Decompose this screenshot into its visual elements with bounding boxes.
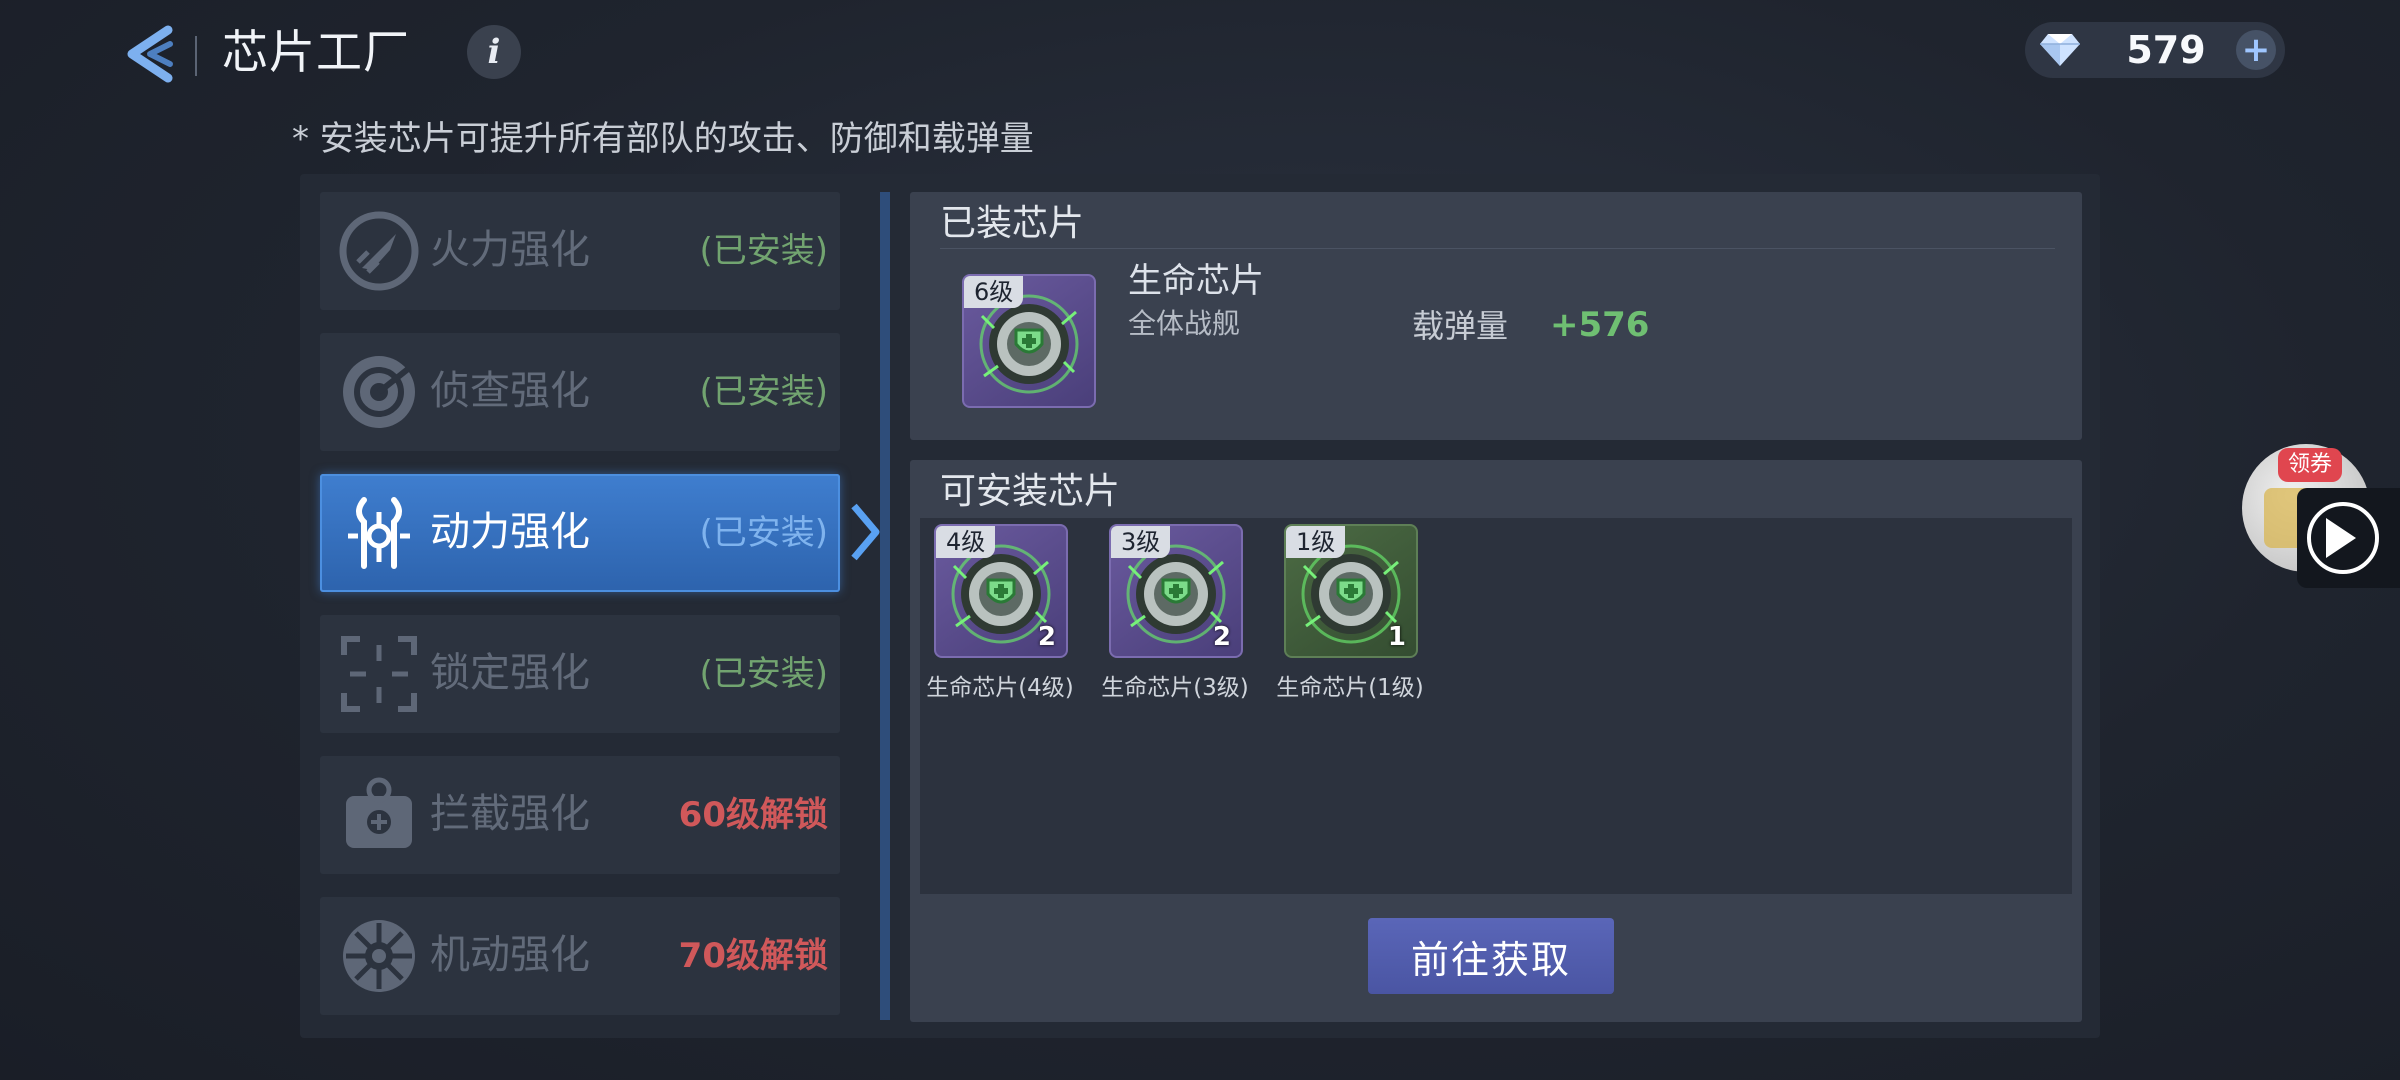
category-label: 火力强化 bbox=[430, 227, 590, 273]
hint-text: * 安装芯片可提升所有部队的攻击、防御和载弹量 bbox=[292, 119, 1034, 159]
category-label: 锁定强化 bbox=[430, 650, 590, 696]
engine-icon bbox=[348, 497, 410, 569]
installed-chip-target: 全体战舰 bbox=[1128, 307, 1241, 340]
panel-divider bbox=[880, 192, 890, 1020]
title-divider bbox=[195, 36, 197, 76]
category-recon[interactable]: 侦查强化 (已安装) bbox=[320, 333, 840, 451]
stat-label: 载弹量 bbox=[1412, 307, 1509, 345]
back-button[interactable] bbox=[118, 22, 182, 86]
available-chips-section: 可安装芯片 4级 2 生命芯片(4级) 3级 2 生命芯片(3级) 1级 1 生… bbox=[910, 460, 2082, 1022]
category-firepower[interactable]: 火力强化 (已安装) bbox=[320, 192, 840, 310]
category-status: 60级解锁 bbox=[678, 795, 828, 835]
stat-value: +576 bbox=[1550, 305, 1650, 345]
installed-chip-name: 生命芯片 bbox=[1128, 261, 1264, 301]
category-status: (已安装) bbox=[699, 654, 828, 694]
chip-quantity: 1 bbox=[1387, 622, 1406, 652]
section-divider bbox=[940, 248, 2055, 249]
chip-quantity: 2 bbox=[1212, 622, 1231, 652]
video-play-button[interactable] bbox=[2297, 488, 2400, 588]
category-label: 机动强化 bbox=[430, 932, 590, 978]
rocket-icon bbox=[339, 211, 419, 291]
chip-level-badge: 1级 bbox=[1286, 526, 1346, 558]
shield-box-icon bbox=[346, 777, 412, 848]
category-status: (已安装) bbox=[699, 231, 828, 271]
chip-name: 生命芯片(4级) bbox=[926, 675, 1074, 701]
chip-card[interactable]: 3级 2 bbox=[1109, 524, 1243, 658]
go-obtain-button[interactable]: 前往获取 bbox=[1368, 918, 1614, 994]
chip-quantity: 2 bbox=[1037, 622, 1056, 652]
installed-chip-card[interactable]: 6级 bbox=[962, 274, 1096, 408]
category-lock[interactable]: 锁定强化 (已安装) bbox=[320, 615, 840, 733]
chip-level-badge: 3级 bbox=[1111, 526, 1171, 558]
page-title: 芯片工厂 bbox=[222, 25, 410, 79]
back-arrow-icon bbox=[127, 25, 173, 83]
installed-chip-section: 已装芯片 6级 生命芯片 全体战舰 载弹量 +576 bbox=[910, 192, 2082, 440]
category-label: 侦查强化 bbox=[430, 368, 590, 414]
diamond-icon bbox=[2040, 34, 2080, 66]
category-status: 70级解锁 bbox=[678, 936, 828, 976]
chip-name: 生命芯片(3级) bbox=[1101, 675, 1249, 701]
category-intercept[interactable]: 拦截强化 60级解锁 bbox=[320, 756, 840, 874]
category-status: (已安装) bbox=[699, 513, 828, 553]
category-power[interactable]: 动力强化 (已安装) bbox=[320, 474, 840, 592]
currency-display: 579 + bbox=[2025, 22, 2285, 78]
add-gems-button[interactable]: + bbox=[2236, 30, 2276, 70]
chip-inventory-grid: 4级 2 生命芯片(4级) 3级 2 生命芯片(3级) 1级 1 生命芯片(1级… bbox=[920, 518, 2072, 894]
chip-name: 生命芯片(1级) bbox=[1276, 675, 1424, 701]
info-button[interactable]: i bbox=[467, 25, 521, 79]
play-icon bbox=[2326, 518, 2356, 558]
gem-count: 579 bbox=[2126, 28, 2206, 72]
plus-icon: + bbox=[2241, 30, 2271, 70]
info-icon: i bbox=[487, 32, 501, 72]
category-status: (已安装) bbox=[699, 372, 828, 412]
coupon-badge: 领券 bbox=[2278, 448, 2343, 482]
category-mobility[interactable]: 机动强化 70级解锁 bbox=[320, 897, 840, 1015]
installed-section-title: 已装芯片 bbox=[940, 203, 1085, 244]
category-label: 拦截强化 bbox=[430, 791, 590, 837]
chip-level-badge: 4级 bbox=[936, 526, 996, 558]
chip-level-badge: 6级 bbox=[964, 276, 1024, 308]
category-label: 动力强化 bbox=[430, 509, 590, 555]
available-section-title: 可安装芯片 bbox=[940, 471, 1121, 512]
chevron-right-icon bbox=[851, 503, 880, 561]
chip-card[interactable]: 4级 2 bbox=[934, 524, 1068, 658]
chip-card[interactable]: 1级 1 bbox=[1284, 524, 1418, 658]
target-lock-icon bbox=[341, 636, 417, 712]
gear-emblem-icon bbox=[343, 920, 415, 992]
radar-icon bbox=[343, 356, 415, 428]
